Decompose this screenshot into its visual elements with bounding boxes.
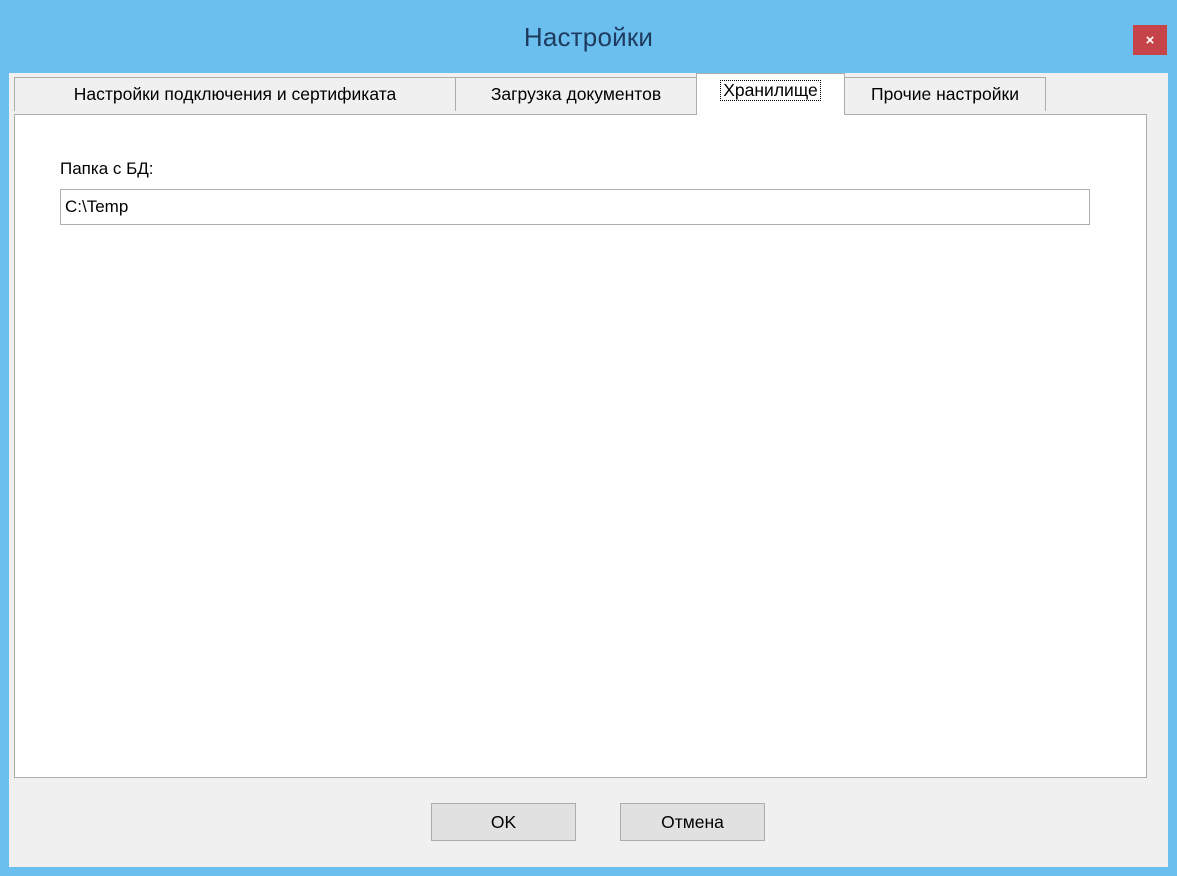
close-button[interactable]: × xyxy=(1133,25,1167,55)
tab-label: Прочие настройки xyxy=(871,84,1019,104)
ok-button[interactable]: OK xyxy=(431,803,576,841)
storage-tab-panel: Папка с БД: C:\Temp xyxy=(14,114,1147,778)
window-title: Настройки xyxy=(523,22,654,52)
cancel-button[interactable]: Отмена xyxy=(620,803,765,841)
dialog-client-area: Настройки подключения и сертификата Загр… xyxy=(9,73,1168,867)
tab-document-upload[interactable]: Загрузка документов xyxy=(455,77,697,111)
db-folder-label: Папка с БД: xyxy=(60,159,154,178)
title-bar[interactable]: Настройки × xyxy=(0,0,1177,73)
tab-label: Загрузка документов xyxy=(490,84,662,104)
tab-storage[interactable]: Хранилище xyxy=(696,73,845,115)
db-folder-input[interactable]: C:\Temp xyxy=(60,189,1090,225)
settings-window: Настройки × Настройки подключения и серт… xyxy=(0,0,1177,876)
tab-connection-certificate[interactable]: Настройки подключения и сертификата xyxy=(14,77,456,111)
db-folder-value: C:\Temp xyxy=(65,197,129,216)
tab-other-settings[interactable]: Прочие настройки xyxy=(844,77,1046,111)
close-icon: × xyxy=(1145,31,1155,49)
tab-label: Настройки подключения и сертификата xyxy=(73,84,397,104)
tab-label: Хранилище xyxy=(720,80,821,101)
